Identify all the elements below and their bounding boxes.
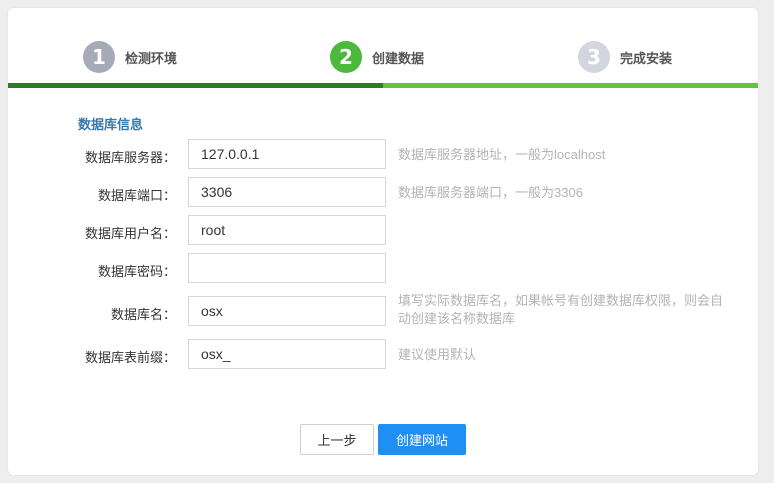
step-indicator: 1 检测环境 2 创建数据 3 完成安装: [8, 8, 758, 88]
port-input[interactable]: 3306: [188, 177, 386, 207]
user-label: 数据库用户名：: [84, 226, 176, 241]
section-title: 数据库信息: [78, 117, 144, 132]
progress-bar: [8, 83, 758, 88]
port-label: 数据库端口：: [97, 188, 176, 203]
step-number-3: 3: [578, 41, 610, 73]
step-check-environment: 1 检测环境: [83, 40, 177, 74]
step-number-2: 2: [330, 41, 362, 73]
prev-step-button[interactable]: 上一步: [300, 424, 374, 455]
step-create-data: 2 创建数据: [330, 40, 424, 74]
password-label: 数据库密码：: [97, 264, 176, 279]
step-finish-install: 3 完成安装: [578, 40, 672, 74]
dbname-input[interactable]: osx: [188, 296, 386, 326]
prefix-input[interactable]: osx_: [188, 339, 386, 369]
create-site-button[interactable]: 创建网站: [378, 424, 466, 455]
port-hint: 数据库服务器端口，一般为3306: [398, 185, 583, 200]
dbname-hint: 填写实际数据库名，如果帐号有创建数据库权限，则会自动创建该名称数据库: [398, 293, 724, 326]
step-label-3: 完成安装: [620, 50, 673, 66]
server-label: 数据库服务器：: [84, 150, 176, 165]
progress-bar-fill: [8, 83, 383, 88]
server-hint: 数据库服务器地址，一般为localhost: [398, 147, 606, 162]
step-label-2: 创建数据: [372, 50, 425, 66]
user-input[interactable]: root: [188, 215, 386, 245]
password-input[interactable]: [188, 253, 386, 283]
step-number-1: 1: [83, 41, 115, 73]
install-wizard-card: 1 检测环境 2 创建数据 3 完成安装 数据库信息 数据库服务器： 127.0…: [8, 8, 758, 475]
server-input[interactable]: 127.0.0.1: [188, 139, 386, 169]
prefix-hint: 建议使用默认: [398, 347, 477, 362]
prefix-label: 数据库表前缀：: [84, 350, 176, 365]
dbname-label: 数据库名：: [110, 307, 176, 322]
step-label-1: 检测环境: [125, 50, 178, 66]
